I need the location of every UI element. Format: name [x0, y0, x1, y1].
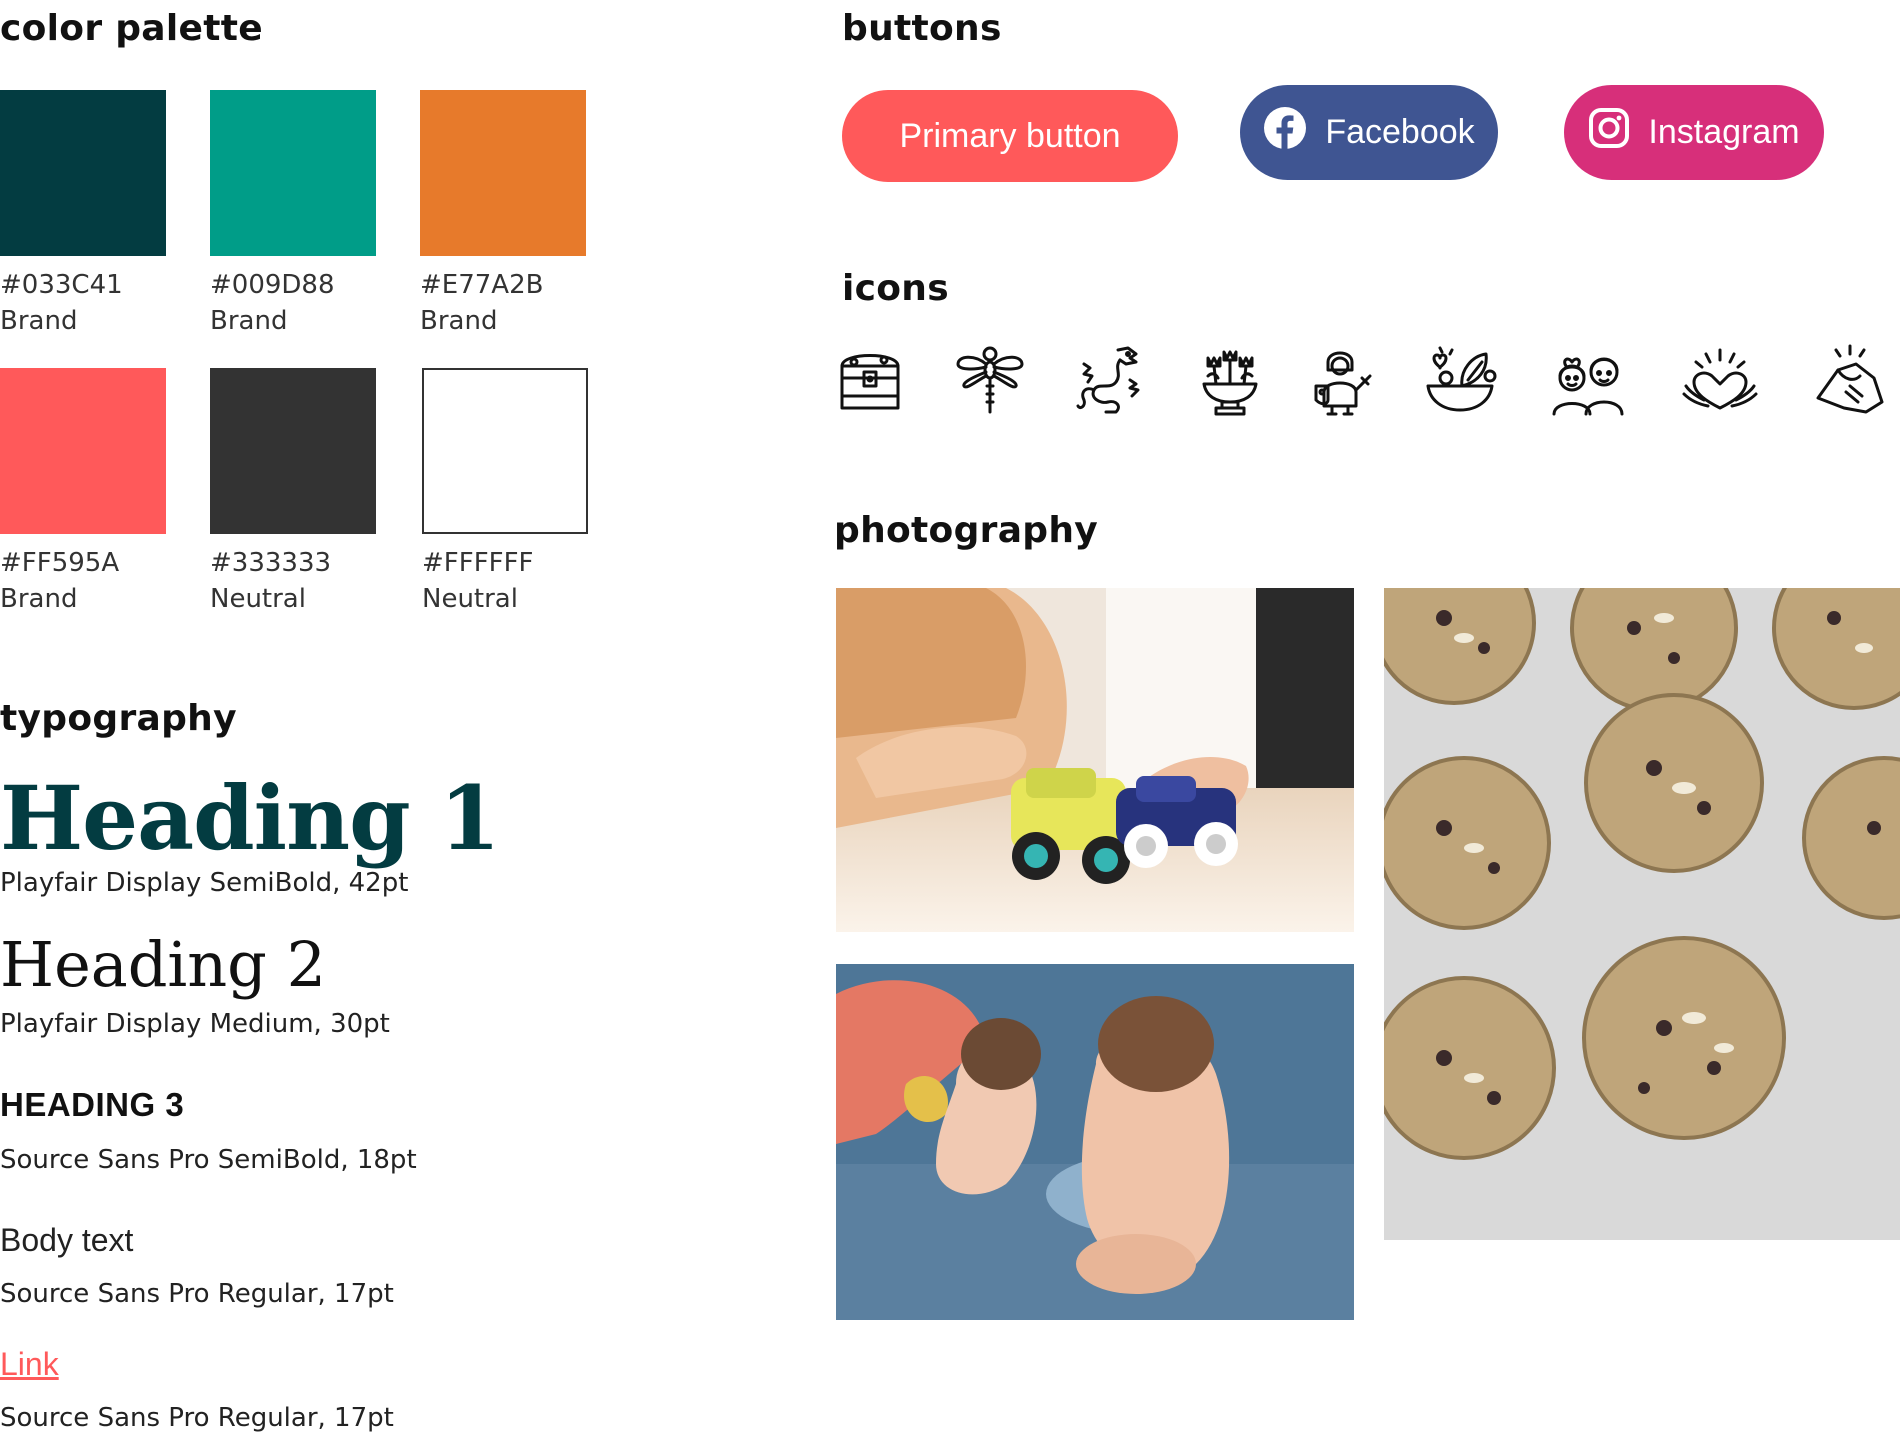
palette-title: color palette [0, 8, 263, 49]
heading-1-sample: Heading 1 [0, 766, 500, 870]
swatch-kind: Neutral [210, 584, 306, 614]
swatch-009d88 [210, 90, 376, 256]
facebook-button[interactable]: Facebook [1240, 85, 1498, 180]
swatch-kind: Brand [0, 306, 78, 336]
swatch-hex: #009D88 [210, 270, 335, 300]
instagram-button[interactable]: Instagram [1564, 85, 1824, 180]
body-text-sample: Body text [0, 1222, 134, 1258]
swatch-kind: Neutral [422, 584, 518, 614]
body-text-spec: Source Sans Pro Regular, 17pt [0, 1279, 394, 1309]
swatch-kind: Brand [420, 306, 498, 336]
buttons-title: buttons [842, 8, 1002, 49]
photo-child-toy-cars [836, 588, 1354, 932]
swatch-033c41 [0, 90, 166, 256]
heading-3-spec: Source Sans Pro SemiBold, 18pt [0, 1145, 417, 1175]
knight-icon [1300, 340, 1380, 420]
swatch-hex: #E77A2B [420, 270, 544, 300]
swatch-hex: #333333 [210, 548, 332, 578]
heart-hands-icon [1680, 340, 1760, 420]
primary-button-label: Primary button [899, 116, 1121, 155]
facebook-button-label: Facebook [1325, 113, 1475, 151]
swatch-ff595a [0, 368, 166, 534]
swatch-e77a2b [420, 90, 586, 256]
dragonfly-icon [950, 340, 1030, 420]
swatch-kind: Brand [0, 584, 78, 614]
photography-title: photography [834, 510, 1099, 551]
icons-title: icons [842, 268, 949, 309]
instagram-icon [1588, 107, 1630, 158]
photo-cookies [1384, 588, 1900, 1240]
heading-3-sample: HEADING 3 [0, 1086, 185, 1123]
link-sample[interactable]: Link [0, 1348, 59, 1380]
swatch-333333 [210, 368, 376, 534]
primary-button[interactable]: Primary button [842, 90, 1178, 182]
children-icon [1548, 340, 1628, 420]
swatch-ffffff [422, 368, 588, 534]
swatch-hex: #033C41 [0, 270, 123, 300]
swatch-hex: #FF595A [0, 548, 120, 578]
handshake-icon [1810, 340, 1890, 420]
link-spec: Source Sans Pro Regular, 17pt [0, 1403, 394, 1433]
heading-2-spec: Playfair Display Medium, 30pt [0, 1009, 390, 1039]
swatch-kind: Brand [210, 306, 288, 336]
treasure-chest-icon [830, 340, 910, 420]
flower-pot-icon [1190, 340, 1270, 420]
heading-2-sample: Heading 2 [0, 928, 327, 1001]
dragon-icon [1070, 340, 1150, 420]
instagram-button-label: Instagram [1648, 113, 1800, 151]
photo-toddlers-playing [836, 964, 1354, 1320]
swatch-hex: #FFFFFF [422, 548, 534, 578]
heading-1-spec: Playfair Display SemiBold, 42pt [0, 868, 409, 898]
typography-title: typography [0, 698, 237, 739]
facebook-icon [1263, 106, 1307, 159]
salad-bowl-icon [1420, 340, 1500, 420]
